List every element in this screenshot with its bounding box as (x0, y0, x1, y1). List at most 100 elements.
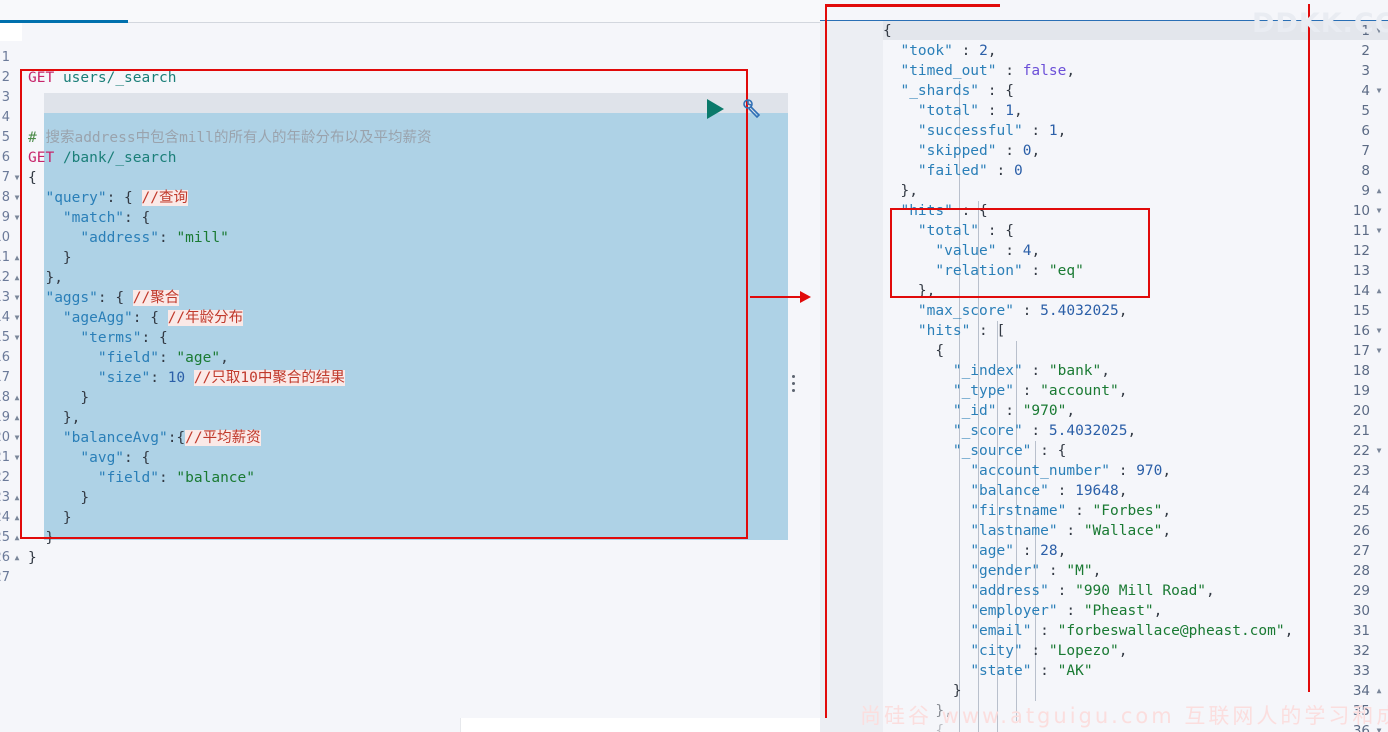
fold-collapse-icon[interactable]: ▼ (12, 328, 22, 348)
response-code-line[interactable]: "email" : "forbeswallace@pheast.com", (883, 621, 1293, 641)
response-code-line[interactable]: "_type" : "account", (883, 381, 1128, 401)
request-code-line[interactable]: } (28, 248, 72, 268)
fold-expand-icon[interactable]: ▲ (12, 388, 22, 408)
response-code-line[interactable]: "address" : "990 Mill Road", (883, 581, 1214, 601)
fold-collapse-icon[interactable]: ▼ (12, 288, 22, 308)
response-code-line[interactable]: "_score" : 5.4032025, (883, 421, 1136, 441)
response-code-line[interactable]: "account_number" : 970, (883, 461, 1171, 481)
request-code-line[interactable]: "terms": { (28, 328, 167, 348)
response-code-line[interactable]: "lastname" : "Wallace", (883, 521, 1171, 541)
response-code-line[interactable]: }, (883, 701, 952, 721)
request-code-line[interactable]: "aggs": { //聚合 (28, 288, 180, 308)
code-token-key: "terms" (80, 330, 142, 346)
response-code-line[interactable]: }, (883, 181, 917, 201)
response-code-line[interactable]: "age" : 28, (883, 541, 1066, 561)
request-code-line[interactable]: "address": "mill" (28, 228, 228, 248)
code-token-key: "gender" (970, 563, 1041, 579)
fold-collapse-icon[interactable]: ▼ (1374, 81, 1384, 101)
code-token-key: "address" (80, 230, 159, 246)
response-code-line[interactable]: { (883, 721, 944, 732)
fold-collapse-icon[interactable]: ▼ (12, 428, 22, 448)
response-line-number: 17 (1352, 343, 1370, 359)
request-code-line[interactable]: GET users/_search (28, 68, 176, 88)
fold-collapse-icon[interactable]: ▼ (1374, 721, 1384, 732)
fold-collapse-icon[interactable]: ▼ (12, 208, 22, 228)
response-code-line[interactable]: "firstname" : "Forbes", (883, 501, 1171, 521)
response-code-line[interactable]: { (883, 341, 944, 361)
response-code-line[interactable]: "_id" : "970", (883, 401, 1075, 421)
request-code-line[interactable]: "field": "balance" (28, 468, 255, 488)
fold-collapse-icon[interactable]: ▼ (12, 308, 22, 328)
request-code-line[interactable]: } (28, 508, 72, 528)
response-code-line[interactable]: } (883, 681, 962, 701)
request-code-line[interactable]: } (28, 528, 54, 548)
fold-expand-icon[interactable]: ▲ (1374, 181, 1384, 201)
wrench-icon[interactable] (740, 97, 764, 121)
fold-collapse-icon[interactable]: ▼ (1374, 441, 1384, 461)
response-code-line[interactable]: "successful" : 1, (883, 121, 1066, 141)
code-token-punct: : (996, 403, 1023, 419)
response-code-line[interactable]: "balance" : 19648, (883, 481, 1127, 501)
request-code-line[interactable]: } (28, 388, 89, 408)
fold-collapse-icon[interactable]: ▼ (12, 448, 22, 468)
fold-expand-icon[interactable]: ▲ (12, 408, 22, 428)
response-code-line[interactable]: "timed_out" : false, (883, 61, 1075, 81)
response-code-line[interactable]: "_shards" : { (883, 81, 1014, 101)
fold-expand-icon[interactable]: ▲ (12, 248, 22, 268)
request-code-line[interactable]: "match": { (28, 208, 150, 228)
response-code-line[interactable]: "max_score" : 5.4032025, (883, 301, 1128, 321)
fold-collapse-icon[interactable]: ▼ (1374, 341, 1384, 361)
request-code-line[interactable]: # 搜索address中包含mill的所有人的年龄分布以及平均薪资 (28, 128, 432, 148)
response-code-line[interactable]: "failed" : 0 (883, 161, 1023, 181)
response-code-line[interactable]: "relation" : "eq" (883, 261, 1083, 281)
response-code-line[interactable]: "skipped" : 0, (883, 141, 1040, 161)
request-code-line[interactable]: "size": 10 //只取10中聚合的结果 (28, 368, 345, 388)
response-code-line[interactable]: "total" : 1, (883, 101, 1023, 121)
console-screen: GET users/_search # 搜索address中包含mill的所有人的… (0, 0, 1388, 732)
request-code-line[interactable]: }, (28, 408, 80, 428)
response-code-line[interactable]: "hits" : { (883, 201, 987, 221)
response-code-line[interactable]: "city" : "Lopezo", (883, 641, 1127, 661)
fold-collapse-icon[interactable]: ▼ (1374, 201, 1384, 221)
fold-collapse-icon[interactable]: ▼ (1374, 221, 1384, 241)
request-code-line[interactable]: }, (28, 268, 62, 288)
fold-collapse-icon[interactable]: ▼ (12, 168, 22, 188)
play-icon[interactable] (707, 99, 724, 119)
response-code-line[interactable]: "state" : "AK" (883, 661, 1092, 681)
fold-expand-icon[interactable]: ▲ (12, 528, 22, 548)
request-code-line[interactable]: GET /bank/_search (28, 148, 176, 168)
response-code-line[interactable]: "total" : { (883, 221, 1014, 241)
fold-expand-icon[interactable]: ▲ (1374, 281, 1384, 301)
fold-collapse-icon[interactable]: ▼ (1374, 321, 1384, 341)
response-code-line[interactable]: "_index" : "bank", (883, 361, 1110, 381)
response-code-line[interactable]: "_source" : { (883, 441, 1067, 461)
response-code-line[interactable]: "gender" : "M", (883, 561, 1101, 581)
request-code-line[interactable]: "avg": { (28, 448, 150, 468)
request-code-line[interactable]: "balanceAvg":{//平均薪资 (28, 428, 261, 448)
response-code-layer[interactable]: {1 ▼ "took" : 2, 2 "timed_out" : false, 3 "… (820, 0, 1388, 732)
response-code-line[interactable]: "took" : 2, (883, 41, 996, 61)
request-code-line[interactable]: } (28, 488, 89, 508)
fold-expand-icon[interactable]: ▲ (12, 268, 22, 288)
fold-collapse-icon[interactable]: ▼ (12, 188, 22, 208)
fold-expand-icon[interactable]: ▲ (12, 488, 22, 508)
response-code-line[interactable]: { (883, 21, 892, 41)
response-code-line[interactable]: "employer" : "Pheast", (883, 601, 1162, 621)
response-line-number: 7 (1361, 143, 1370, 159)
fold-expand-icon[interactable]: ▲ (1374, 681, 1384, 701)
pane-drag-handle[interactable] (791, 375, 795, 395)
fold-collapse-icon[interactable]: ▼ (1374, 21, 1384, 41)
request-code-line[interactable]: "query": { //查询 (28, 188, 188, 208)
request-gutter-layer[interactable]: 1234567▼8▼9▼1011▲12▲13▼14▼15▼161718▲19▲2… (0, 23, 22, 732)
request-code-line[interactable]: { (28, 168, 37, 188)
request-code-line[interactable]: } (28, 548, 37, 568)
request-code-line[interactable]: "field": "age", (28, 348, 229, 368)
request-code-line[interactable]: "ageAgg": { //年龄分布 (28, 308, 244, 328)
response-code-line[interactable]: "hits" : [ (883, 321, 1005, 341)
response-code-line[interactable]: }, (883, 281, 935, 301)
response-code-line[interactable]: "value" : 4, (883, 241, 1040, 261)
fold-expand-icon[interactable]: ▲ (12, 548, 22, 568)
fold-expand-icon[interactable]: ▲ (12, 508, 22, 528)
